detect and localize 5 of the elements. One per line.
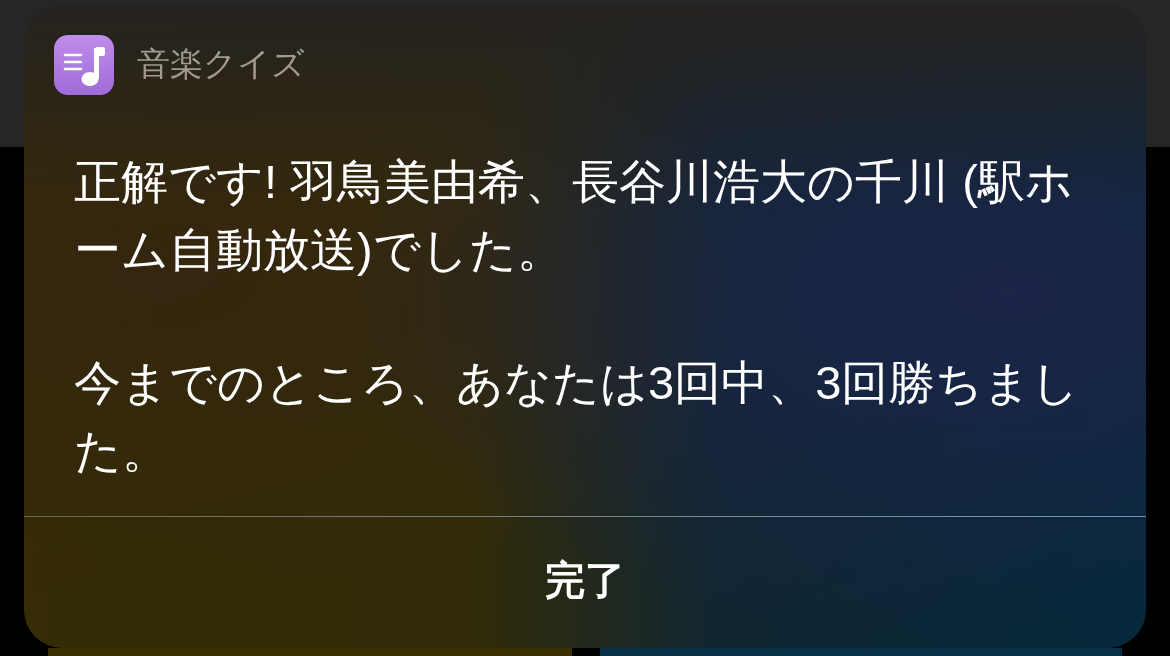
message-text: 正解です! 羽鳥美由希、長谷川浩大の千川 (駅ホーム自動放送)でした。 <box>74 154 1074 278</box>
app-title: 音楽クイズ <box>137 44 305 84</box>
message-text: 今までのところ、あなたは3回中、3回勝ちました。 <box>74 355 1081 479</box>
music-note-app-icon <box>54 35 114 95</box>
done-button[interactable]: 完了 <box>24 517 1146 648</box>
